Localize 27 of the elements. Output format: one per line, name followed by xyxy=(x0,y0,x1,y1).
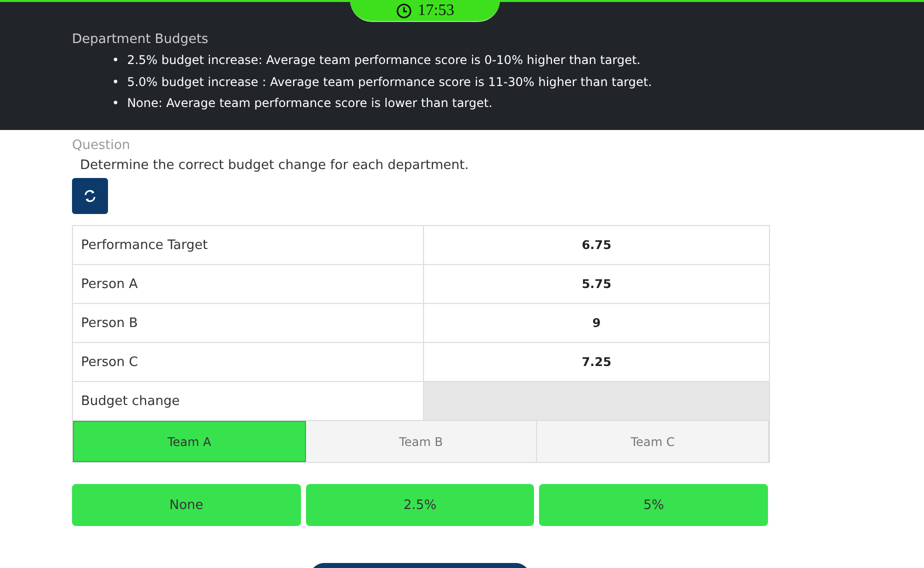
timer-text: 17:53 xyxy=(418,2,454,20)
question-text: Determine the correct budget change for each department. xyxy=(80,158,470,173)
table-cell-text: 5.75 xyxy=(580,276,612,293)
bullet-marker: • xyxy=(112,52,120,69)
answer-option[interactable]: 5% xyxy=(539,484,768,526)
bullet-marker: • xyxy=(112,74,120,90)
question-label: Question xyxy=(72,138,132,153)
refresh-button[interactable] xyxy=(72,178,108,214)
clock-icon xyxy=(396,2,412,18)
refresh-icon xyxy=(83,189,97,203)
table-cell-text: 9 xyxy=(591,315,602,332)
table-cell: Person A xyxy=(73,265,424,303)
answer-option[interactable]: 2.5% xyxy=(306,484,534,526)
table-cell-text: 6.75 xyxy=(580,237,612,254)
team-tab[interactable]: Team A xyxy=(73,421,306,462)
table-cell-text: 7.25 xyxy=(580,354,612,371)
info-title: Department Budgets xyxy=(72,32,210,47)
team-tab[interactable]: Team B xyxy=(306,421,538,462)
rule-text: None: Average team performance score is lower than target. xyxy=(127,95,492,112)
team-tab[interactable]: Team C xyxy=(537,421,770,462)
bullet-marker: • xyxy=(112,95,120,112)
table-cell: Performance Target xyxy=(73,226,424,264)
table-cell: Person B xyxy=(73,304,424,342)
rule-text: 2.5% budget increase: Average team performance score is 0-10% higher than target. xyxy=(127,52,640,69)
rule-text: 5.0% budget increase : Average team performance score is 11-30% higher than target. xyxy=(127,74,652,90)
answer-option[interactable]: None xyxy=(72,484,301,526)
table-cell: Person C xyxy=(73,343,424,381)
